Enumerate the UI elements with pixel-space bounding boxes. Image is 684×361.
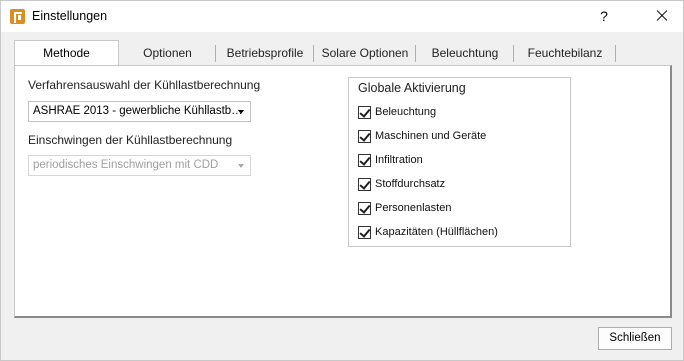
tab-feuchtebilanz[interactable]: Feuchtebilanz [514, 41, 616, 66]
help-button[interactable]: ? [593, 5, 615, 27]
checkbox-checked-icon[interactable] [358, 130, 371, 143]
procedure-select[interactable]: ASHRAE 2013 - gewerbliche Kühllastb… [28, 101, 251, 122]
checkbox-label: Kapazitäten (Hüllflächen) [375, 226, 498, 238]
tab-betriebsprofile[interactable]: Betriebsprofile [216, 41, 314, 66]
window-title: Einstellungen [32, 9, 108, 23]
procedure-select-value: ASHRAE 2013 - gewerbliche Kühllastb… [33, 105, 243, 117]
checkbox-label: Maschinen und Geräte [375, 130, 487, 142]
checkbox-label: Personenlasten [375, 202, 452, 214]
checkbox-checked-icon[interactable] [358, 202, 371, 215]
group-title: Globale Aktivierung [358, 81, 466, 95]
checkbox-label: Stoffdurchsatz [375, 178, 446, 190]
tab-beleuchtung[interactable]: Beleuchtung [416, 41, 514, 66]
chevron-down-icon [238, 164, 244, 168]
checkbox-checked-icon[interactable] [358, 154, 371, 167]
checkbox-label: Infiltration [375, 154, 423, 166]
transient-label: Einschwingen der Kühllastberechnung [28, 133, 233, 147]
tab-solare-optionen[interactable]: Solare Optionen [314, 41, 416, 66]
close-icon[interactable] [649, 5, 673, 27]
global-activation-group: Globale Aktivierung Beleuchtung Maschine… [348, 77, 571, 247]
tab-optionen[interactable]: Optionen [119, 41, 216, 66]
title-bar: Einstellungen ? [1, 1, 683, 32]
checkbox-checked-icon[interactable] [358, 226, 371, 239]
app-logo-icon [10, 9, 25, 24]
tab-methode[interactable]: Methode [14, 40, 119, 67]
tab-panel-methode: Verfahrensauswahl der Kühllastberechnung… [14, 65, 672, 318]
tab-bar: Methode Optionen Betriebsprofile Solare … [1, 40, 684, 67]
chevron-down-icon [238, 110, 244, 114]
checkbox-label: Beleuchtung [375, 106, 437, 118]
transient-select-value: periodisches Einschwingen mit CDD [33, 159, 219, 171]
checkbox-checked-icon[interactable] [358, 178, 371, 191]
transient-select: periodisches Einschwingen mit CDD [28, 155, 251, 176]
settings-dialog: Einstellungen ? Methode Optionen Betrieb… [0, 0, 684, 361]
close-button[interactable]: Schließen [598, 327, 672, 350]
procedure-label: Verfahrensauswahl der Kühllastberechnung [28, 78, 261, 92]
checkbox-checked-icon[interactable] [358, 106, 371, 119]
